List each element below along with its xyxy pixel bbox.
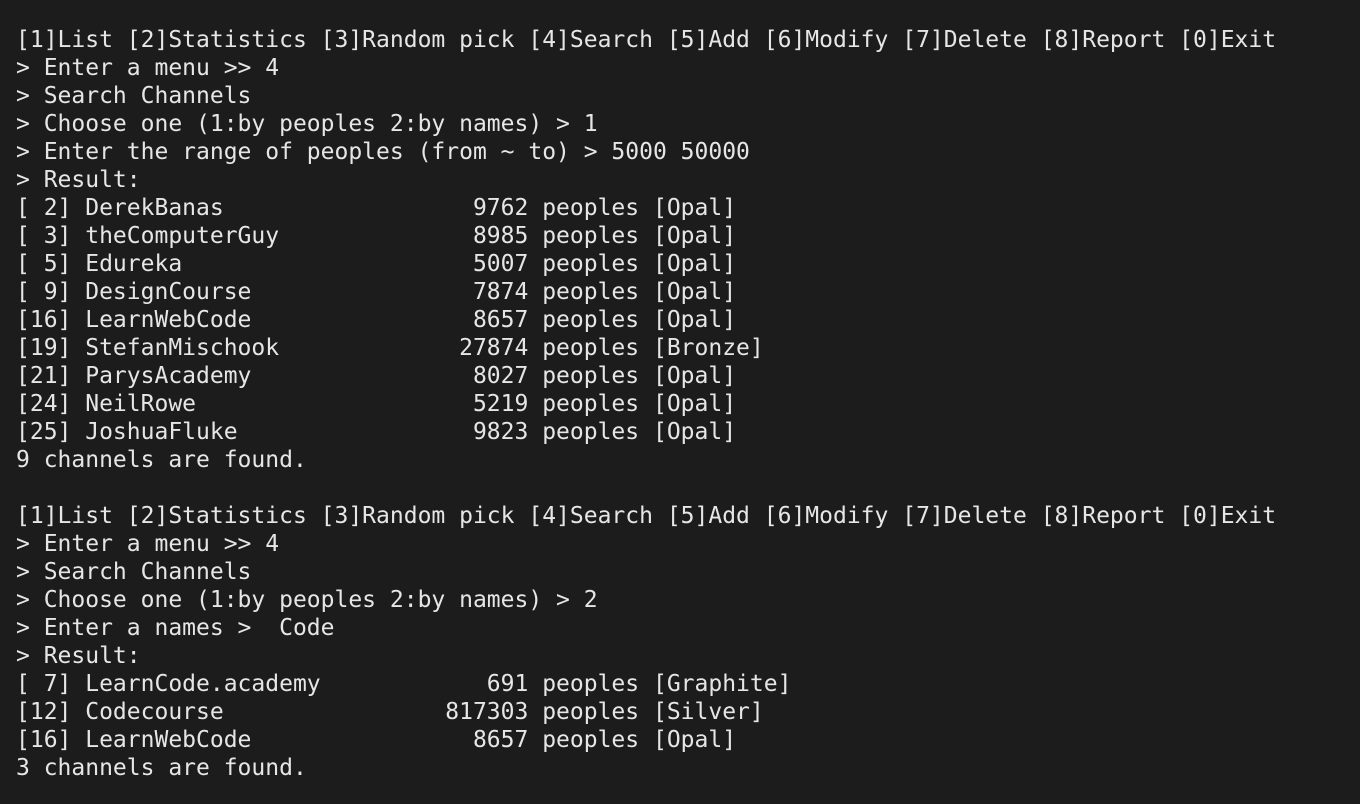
terminal-line: > Search Channels (16, 83, 252, 109)
terminal-line: [1]List [2]Statistics [3]Random pick [4]… (16, 503, 1277, 529)
terminal-line: [12] Codecourse 817303 peoples [Silver] (16, 699, 764, 725)
terminal-line: 9 channels are found. (16, 447, 307, 473)
terminal-line: > Enter a names > Code (16, 615, 335, 641)
terminal-line: > Enter the range of peoples (from ~ to)… (16, 139, 750, 165)
terminal-line: [ 2] DerekBanas 9762 peoples [Opal] (16, 195, 737, 221)
terminal-line: [16] LearnWebCode 8657 peoples [Opal] (16, 727, 737, 753)
terminal-window[interactable]: [1]List [2]Statistics [3]Random pick [4]… (0, 0, 1360, 804)
terminal-line: [16] LearnWebCode 8657 peoples [Opal] (16, 307, 737, 333)
terminal-line: [25] JoshuaFluke 9823 peoples [Opal] (16, 419, 737, 445)
terminal-line: [21] ParysAcademy 8027 peoples [Opal] (16, 363, 737, 389)
terminal-line: > Search Channels (16, 559, 252, 585)
terminal-line: > Choose one (1:by peoples 2:by names) >… (16, 587, 598, 613)
terminal-line: > Enter a menu >> 4 (16, 55, 280, 81)
terminal-line: > Choose one (1:by peoples 2:by names) >… (16, 111, 598, 137)
terminal-line: [ 7] LearnCode.academy 691 peoples [Grap… (16, 671, 792, 697)
terminal-line: [19] StefanMischook 27874 peoples [Bronz… (16, 335, 764, 361)
terminal-line: [1]List [2]Statistics [3]Random pick [4]… (16, 27, 1277, 53)
terminal-line: [ 9] DesignCourse 7874 peoples [Opal] (16, 279, 737, 305)
terminal-line: > Result: (16, 643, 141, 669)
terminal-line: [ 5] Edureka 5007 peoples [Opal] (16, 251, 737, 277)
terminal-line: [24] NeilRowe 5219 peoples [Opal] (16, 391, 737, 417)
terminal-output: [1]List [2]Statistics [3]Random pick [4]… (16, 26, 1360, 782)
terminal-line: > Result: (16, 167, 141, 193)
terminal-line: 3 channels are found. (16, 755, 307, 781)
terminal-line: [ 3] theComputerGuy 8985 peoples [Opal] (16, 223, 737, 249)
terminal-line: > Enter a menu >> 4 (16, 531, 280, 557)
